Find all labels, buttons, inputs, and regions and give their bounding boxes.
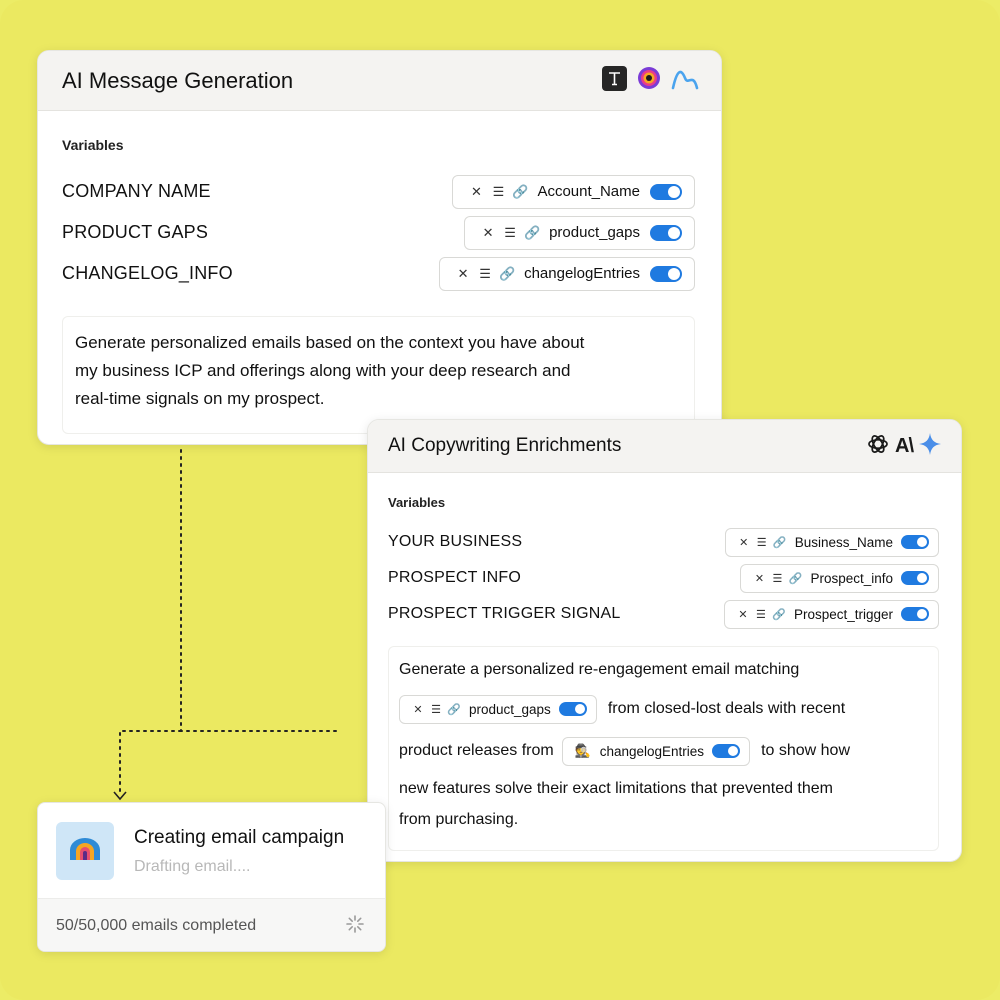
integration-logos [602, 65, 699, 96]
ai-copywriting-enrichments-card: AI Copywriting Enrichments A\ Variables … [367, 419, 962, 862]
enable-toggle[interactable] [558, 702, 587, 716]
openai-logo-icon [867, 433, 889, 460]
variable-name: PRODUCT GAPS [62, 222, 209, 242]
remove-icon[interactable]: ✕ [465, 184, 487, 200]
card-title: AI Message Generation [62, 67, 294, 93]
enable-toggle[interactable] [901, 535, 929, 549]
variable-row: CHANGELOG_INFO ✕ ☰ 🔗 changelogEntries [62, 253, 695, 294]
campaign-status: Drafting email.... [134, 858, 251, 875]
progress-count: 50/50,000 emails completed [56, 917, 257, 934]
chip-label: changelogEntries [524, 265, 640, 282]
format-lines-icon[interactable]: ☰ [753, 536, 771, 549]
prompt-text: Generate a personalized re-engagement em… [399, 661, 800, 678]
variables-label: Variables [388, 495, 446, 510]
card-header: AI Copywriting Enrichments A\ [368, 420, 961, 473]
variable-chip[interactable]: ✕ ☰ 🔗 Prospect_trigger [723, 599, 939, 629]
link-icon[interactable]: 🔗 [771, 536, 789, 549]
remove-icon[interactable]: ✕ [477, 225, 499, 241]
prompt-line: Generate personalized emails based on th… [75, 333, 585, 352]
enable-toggle[interactable] [650, 183, 682, 200]
remove-icon[interactable]: ✕ [735, 536, 753, 549]
campaign-thumbnail [56, 822, 114, 880]
variable-row: YOUR BUSINESS ✕ ☰ 🔗 Business_Name [388, 524, 939, 560]
variable-chip[interactable]: ✕ ☰ 🔗 Business_Name [724, 527, 939, 557]
canvas-background: AI Message Generation Variables COMPANY … [0, 0, 1000, 1000]
chip-label: Account_Name [537, 183, 640, 200]
campaign-footer: 50/50,000 emails completed [38, 898, 385, 951]
inline-variable-chip[interactable]: ✕ ☰ 🔗 product_gaps [399, 694, 597, 724]
remove-icon[interactable]: ✕ [409, 703, 427, 716]
chip-label: Prospect_trigger [793, 606, 893, 622]
loading-spinner-icon [345, 914, 365, 939]
card-title: AI Copywriting Enrichments [388, 435, 622, 456]
prompt-line: my business ICP and offerings along with… [75, 361, 571, 380]
model-logos: A\ [867, 432, 941, 460]
variable-row: PROSPECT TRIGGER SIGNAL ✕ ☰ 🔗 Prospect_t… [388, 596, 939, 632]
link-icon[interactable]: 🔗 [496, 266, 518, 282]
link-icon[interactable]: 🔗 [770, 608, 788, 621]
variable-name: PROSPECT TRIGGER SIGNAL [388, 605, 621, 622]
format-lines-icon[interactable]: ☰ [499, 225, 521, 241]
chip-label: Prospect_info [810, 570, 893, 586]
variable-chip[interactable]: ✕ ☰ 🔗 Account_Name [452, 174, 695, 209]
variable-row: PRODUCT GAPS ✕ ☰ 🔗 product_gaps [62, 212, 695, 253]
wave-logo-icon [671, 66, 699, 95]
link-icon[interactable]: 🔗 [445, 703, 463, 716]
prompt-text: to show how [761, 742, 850, 759]
remove-icon[interactable]: ✕ [734, 608, 752, 621]
link-icon[interactable]: 🔗 [786, 572, 804, 585]
variables-label: Variables [62, 137, 124, 153]
enable-toggle[interactable] [650, 224, 682, 241]
link-icon[interactable]: 🔗 [521, 225, 543, 241]
variable-row: PROSPECT INFO ✕ ☰ 🔗 Prospect_info [388, 560, 939, 596]
enable-toggle[interactable] [901, 607, 929, 621]
format-lines-icon[interactable]: ☰ [474, 266, 496, 282]
enable-toggle[interactable] [650, 265, 682, 282]
gemini-sparkle-icon [919, 432, 941, 460]
prompt-text-area[interactable]: Generate personalized emails based on th… [62, 316, 695, 434]
prompt-text-area[interactable]: Generate a personalized re-engagement em… [388, 646, 939, 851]
format-lines-icon[interactable]: ☰ [768, 572, 786, 585]
variable-name: YOUR BUSINESS [388, 533, 523, 550]
chip-label: changelogEntries [599, 743, 705, 759]
variable-name: COMPANY NAME [62, 181, 211, 201]
email-campaign-status-card: Creating email campaign Drafting email..… [37, 802, 386, 952]
variable-name: PROSPECT INFO [388, 569, 521, 586]
chip-label: product_gaps [469, 701, 551, 717]
format-lines-icon[interactable]: ☰ [752, 608, 770, 621]
spy-avatar-icon: 🕵 [574, 743, 591, 758]
ai-message-generation-card: AI Message Generation Variables COMPANY … [37, 50, 722, 445]
inline-variable-chip[interactable]: 🕵 changelogEntries [561, 736, 751, 766]
variable-chip[interactable]: ✕ ☰ 🔗 Prospect_info [740, 563, 939, 593]
prompt-text: product releases from [399, 742, 554, 759]
chip-label: Business_Name [794, 534, 893, 550]
enable-toggle[interactable] [901, 571, 929, 585]
enable-toggle[interactable] [712, 744, 741, 758]
variable-chip[interactable]: ✕ ☰ 🔗 product_gaps [464, 215, 695, 250]
remove-icon[interactable]: ✕ [452, 266, 474, 282]
prompt-text: from purchasing. [399, 811, 519, 828]
format-lines-icon[interactable]: ☰ [427, 703, 445, 716]
prompt-text: from closed-lost deals with recent [607, 700, 846, 717]
chip-label: product_gaps [549, 224, 640, 241]
variable-row: COMPANY NAME ✕ ☰ 🔗 Account_Name [62, 171, 695, 212]
prompt-line: real-time signals on my prospect. [75, 389, 325, 408]
circle-logo-icon [637, 66, 661, 95]
variable-name: CHANGELOG_INFO [62, 263, 233, 283]
card-header: AI Message Generation [38, 51, 721, 111]
link-icon[interactable]: 🔗 [509, 184, 531, 200]
prompt-text: new features solve their exact limitatio… [399, 780, 833, 797]
variable-chip[interactable]: ✕ ☰ 🔗 changelogEntries [439, 256, 695, 291]
remove-icon[interactable]: ✕ [750, 572, 768, 585]
rainbow-tunnel-icon [68, 836, 102, 867]
format-lines-icon[interactable]: ☰ [487, 184, 509, 200]
anthropic-logo-icon: A\ [895, 434, 914, 457]
campaign-title: Creating email campaign [134, 827, 345, 848]
typeform-t-icon [602, 65, 627, 96]
